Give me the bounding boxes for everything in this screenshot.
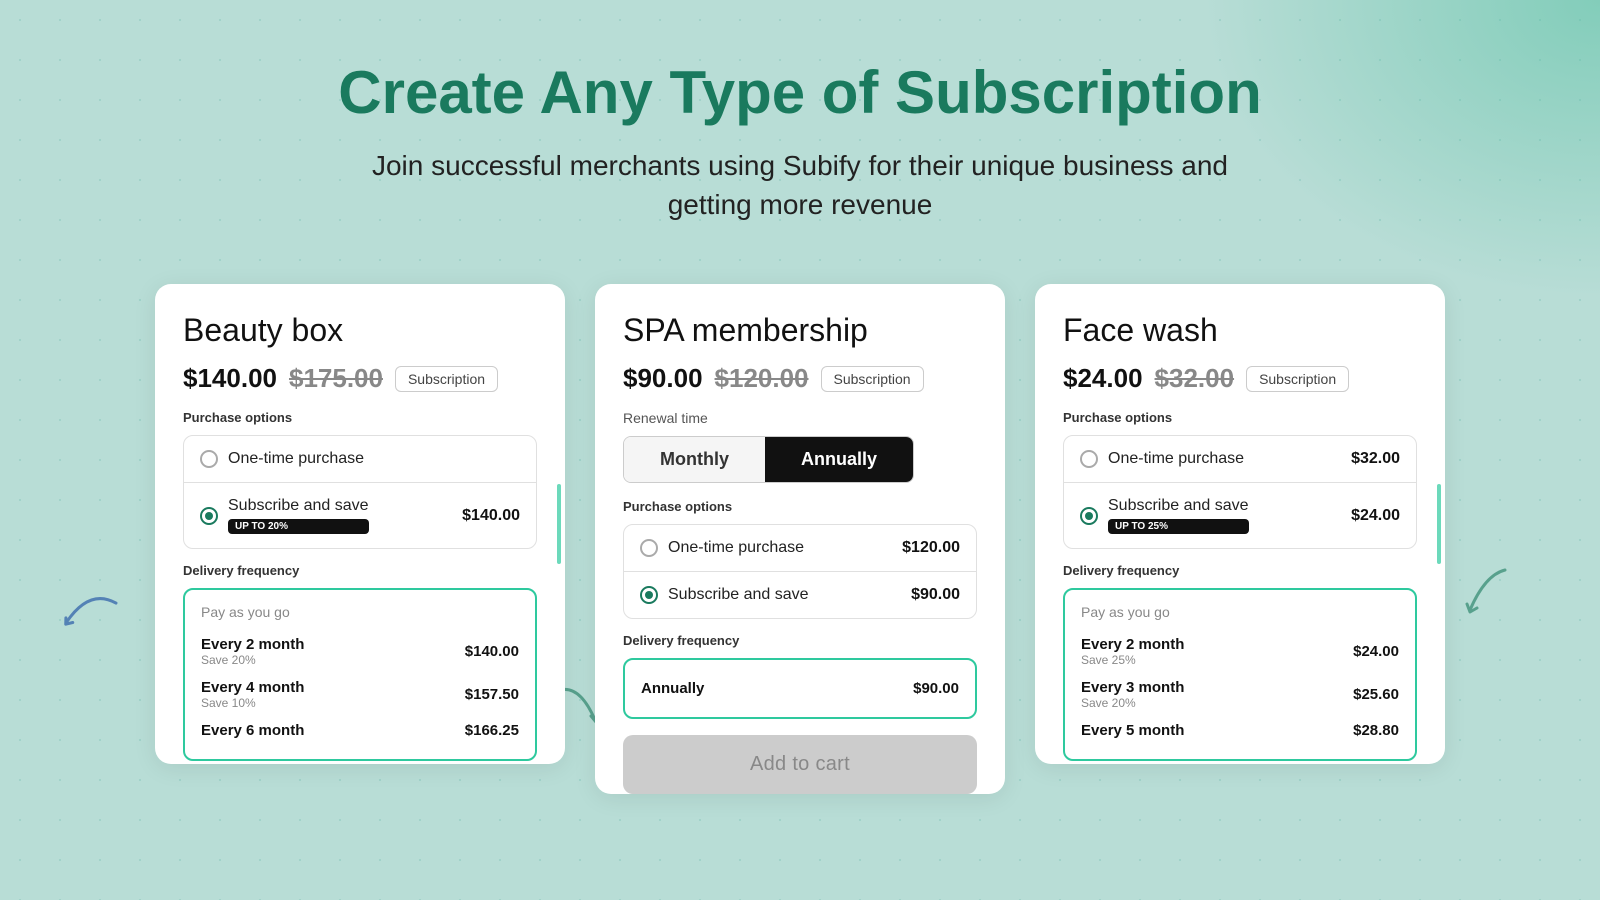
spa-subscribe-label: Subscribe and save bbox=[668, 586, 809, 604]
beauty-box-options: One-time purchase Subscribe and save UP … bbox=[183, 435, 537, 549]
radio-filled-icon bbox=[640, 586, 658, 604]
spa-freq-0-price: $90.00 bbox=[913, 680, 959, 697]
face-wash-freq-0[interactable]: Every 2 month Save 25% $24.00 bbox=[1081, 630, 1399, 673]
face-wash-freq-1-save: Save 20% bbox=[1081, 696, 1184, 710]
face-wash-pay-as-you-go: Pay as you go bbox=[1081, 604, 1399, 620]
spa-delivery-box: Annually $90.00 bbox=[623, 658, 977, 719]
spa-onetime-price: $120.00 bbox=[902, 539, 960, 557]
beauty-box-option-subscribe[interactable]: Subscribe and save UP To 20% $140.00 bbox=[184, 483, 536, 548]
face-wash-delivery-label: Delivery frequency bbox=[1063, 563, 1417, 578]
spa-onetime-label: One-time purchase bbox=[668, 539, 804, 557]
face-wash-subscribe-label: Subscribe and save bbox=[1108, 497, 1249, 515]
spa-membership-card: SPA membership $90.00 $120.00 Subscripti… bbox=[595, 284, 1005, 794]
radio-empty-icon bbox=[200, 450, 218, 468]
beauty-box-freq-0[interactable]: Every 2 month Save 20% $140.00 bbox=[201, 630, 519, 673]
face-wash-freq-0-save: Save 25% bbox=[1081, 653, 1184, 667]
face-wash-freq-1-label: Every 3 month bbox=[1081, 679, 1184, 696]
beauty-box-subscribe-price: $140.00 bbox=[462, 507, 520, 525]
beauty-box-delivery-box: Pay as you go Every 2 month Save 20% $14… bbox=[183, 588, 537, 761]
face-wash-freq-2-label: Every 5 month bbox=[1081, 722, 1184, 739]
subtitle: Join successful merchants using Subify f… bbox=[338, 146, 1261, 224]
face-wash-option-subscribe[interactable]: Subscribe and save UP To 25% $24.00 bbox=[1064, 483, 1416, 548]
spa-subscribe-price: $90.00 bbox=[911, 586, 960, 604]
face-wash-title: Face wash bbox=[1063, 312, 1417, 349]
beauty-box-delivery-label: Delivery frequency bbox=[183, 563, 537, 578]
spa-renewal-label: Renewal time bbox=[623, 410, 977, 426]
face-wash-options: One-time purchase $32.00 Subscribe and s… bbox=[1063, 435, 1417, 549]
face-wash-freq-2-price: $28.80 bbox=[1353, 722, 1399, 739]
spa-delivery-label: Delivery frequency bbox=[623, 633, 977, 648]
beauty-box-scrollbar bbox=[557, 484, 561, 564]
spa-freq-0[interactable]: Annually $90.00 bbox=[641, 674, 959, 703]
spa-toggle-row: Monthly Annually bbox=[623, 436, 914, 483]
face-wash-price-row: $24.00 $32.00 Subscription bbox=[1063, 363, 1417, 394]
beauty-box-card: Beauty box $140.00 $175.00 Subscription … bbox=[155, 284, 565, 764]
beauty-box-title: Beauty box bbox=[183, 312, 537, 349]
spa-price-current: $90.00 bbox=[623, 363, 703, 394]
face-wash-scrollbar bbox=[1437, 484, 1441, 564]
face-wash-subscribe-price: $24.00 bbox=[1351, 507, 1400, 525]
beauty-box-onetime-label: One-time purchase bbox=[228, 450, 364, 468]
spa-section-label: Purchase options bbox=[623, 499, 977, 514]
spa-toggle-monthly[interactable]: Monthly bbox=[624, 437, 765, 482]
beauty-box-freq-2-label: Every 6 month bbox=[201, 722, 304, 739]
face-wash-onetime-label: One-time purchase bbox=[1108, 450, 1244, 468]
face-wash-freq-0-label: Every 2 month bbox=[1081, 636, 1184, 653]
spa-option-subscribe[interactable]: Subscribe and save $90.00 bbox=[624, 572, 976, 618]
beauty-box-freq-0-save: Save 20% bbox=[201, 653, 304, 667]
spa-toggle-annually[interactable]: Annually bbox=[765, 437, 913, 482]
beauty-box-freq-1[interactable]: Every 4 month Save 10% $157.50 bbox=[201, 673, 519, 716]
radio-filled-icon bbox=[200, 507, 218, 525]
face-wash-section-label: Purchase options bbox=[1063, 410, 1417, 425]
beauty-box-freq-1-price: $157.50 bbox=[465, 686, 519, 703]
spa-freq-0-label: Annually bbox=[641, 680, 704, 697]
beauty-box-pay-as-you-go: Pay as you go bbox=[201, 604, 519, 620]
radio-empty-icon bbox=[640, 539, 658, 557]
beauty-box-section-label: Purchase options bbox=[183, 410, 537, 425]
spa-price-row: $90.00 $120.00 Subscription bbox=[623, 363, 977, 394]
spa-badge: Subscription bbox=[821, 366, 924, 392]
face-wash-price-original: $32.00 bbox=[1155, 363, 1235, 394]
beauty-box-subscribe-label: Subscribe and save bbox=[228, 497, 369, 515]
beauty-box-freq-0-price: $140.00 bbox=[465, 643, 519, 660]
face-wash-option-onetime[interactable]: One-time purchase $32.00 bbox=[1064, 436, 1416, 483]
face-wash-price-current: $24.00 bbox=[1063, 363, 1143, 394]
face-wash-freq-1[interactable]: Every 3 month Save 20% $25.60 bbox=[1081, 673, 1399, 716]
beauty-box-freq-2[interactable]: Every 6 month $166.25 bbox=[201, 716, 519, 745]
spa-add-to-cart-button[interactable]: Add to cart bbox=[623, 735, 977, 794]
page-header: Create Any Type of Subscription Join suc… bbox=[338, 60, 1261, 224]
main-title: Create Any Type of Subscription bbox=[338, 60, 1261, 126]
spa-option-onetime[interactable]: One-time purchase $120.00 bbox=[624, 525, 976, 572]
face-wash-card: Face wash $24.00 $32.00 Subscription Pur… bbox=[1035, 284, 1445, 764]
beauty-box-badge: Subscription bbox=[395, 366, 498, 392]
face-wash-freq-2[interactable]: Every 5 month $28.80 bbox=[1081, 716, 1399, 745]
face-wash-badge: Subscription bbox=[1246, 366, 1349, 392]
face-wash-up-to-badge: UP To 25% bbox=[1108, 519, 1249, 534]
cards-row: Beauty box $140.00 $175.00 Subscription … bbox=[155, 284, 1445, 794]
beauty-box-option-onetime[interactable]: One-time purchase bbox=[184, 436, 536, 483]
face-wash-freq-0-price: $24.00 bbox=[1353, 643, 1399, 660]
beauty-box-price-original: $175.00 bbox=[289, 363, 383, 394]
radio-filled-icon bbox=[1080, 507, 1098, 525]
beauty-box-freq-1-label: Every 4 month bbox=[201, 679, 304, 696]
radio-empty-icon bbox=[1080, 450, 1098, 468]
face-wash-delivery-box: Pay as you go Every 2 month Save 25% $24… bbox=[1063, 588, 1417, 761]
face-wash-onetime-price: $32.00 bbox=[1351, 450, 1400, 468]
beauty-box-freq-0-label: Every 2 month bbox=[201, 636, 304, 653]
spa-options: One-time purchase $120.00 Subscribe and … bbox=[623, 524, 977, 619]
beauty-box-price-current: $140.00 bbox=[183, 363, 277, 394]
beauty-box-up-to-badge: UP To 20% bbox=[228, 519, 369, 534]
face-wash-freq-1-price: $25.60 bbox=[1353, 686, 1399, 703]
beauty-box-freq-1-save: Save 10% bbox=[201, 696, 304, 710]
beauty-box-price-row: $140.00 $175.00 Subscription bbox=[183, 363, 537, 394]
spa-title: SPA membership bbox=[623, 312, 977, 349]
spa-price-original: $120.00 bbox=[715, 363, 809, 394]
beauty-box-freq-2-price: $166.25 bbox=[465, 722, 519, 739]
